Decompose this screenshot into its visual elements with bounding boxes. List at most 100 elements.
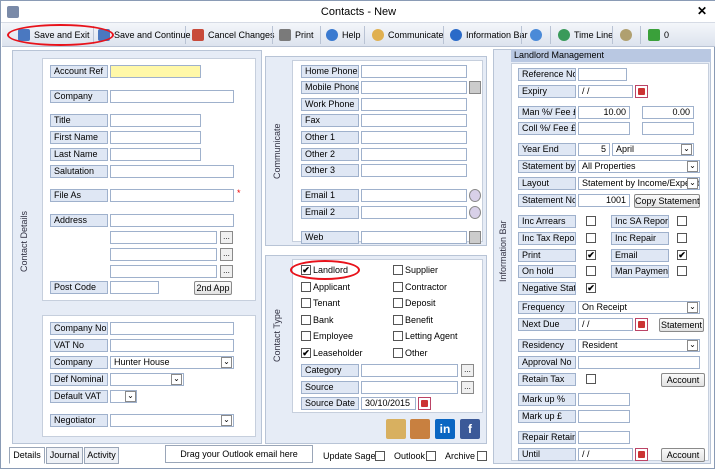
retain-tax-checkbox[interactable] <box>586 374 596 384</box>
chevron-down-icon[interactable]: ⌄ <box>687 340 698 351</box>
help-button[interactable]: Help <box>326 26 361 44</box>
linkedin-icon[interactable]: in <box>435 419 455 439</box>
applicant-checkbox[interactable] <box>301 282 311 292</box>
time-line-button[interactable]: Time Line <box>558 26 613 44</box>
tab-details[interactable]: Details <box>9 447 45 464</box>
inc-tax-report-checkbox[interactable] <box>586 233 596 243</box>
address-lookup-button[interactable]: ... <box>220 231 233 244</box>
source-input[interactable] <box>361 381 458 394</box>
repair-retain-input[interactable] <box>578 431 630 444</box>
bank-checkbox[interactable] <box>301 315 311 325</box>
reference-no-input[interactable] <box>578 68 627 81</box>
chevron-down-icon[interactable]: ⌄ <box>125 391 136 402</box>
communicate-button[interactable]: Communicate <box>372 26 444 44</box>
email-icon[interactable] <box>469 189 481 202</box>
outlook-checkbox[interactable] <box>426 451 436 461</box>
until-input[interactable]: / / <box>578 448 633 461</box>
archive-checkbox[interactable] <box>477 451 487 461</box>
coll-fee-percent-input[interactable] <box>578 122 630 135</box>
sync-button[interactable] <box>530 26 546 44</box>
chevron-down-icon[interactable]: ⌄ <box>681 144 692 155</box>
vat-no-input[interactable] <box>110 339 234 352</box>
letting-agent-checkbox[interactable] <box>393 331 403 341</box>
man-fee-percent-input[interactable]: 10.00 <box>578 106 630 119</box>
title-input[interactable] <box>110 114 201 127</box>
other-3-input[interactable] <box>361 164 467 177</box>
on-hold-checkbox[interactable] <box>586 266 596 276</box>
address-line-2[interactable] <box>110 231 217 244</box>
chevron-down-icon[interactable]: ⌄ <box>687 161 698 172</box>
year-end-day-input[interactable]: 5 <box>578 143 610 156</box>
frequency-select[interactable]: On Receipt <box>578 301 700 314</box>
man-fee-amount-input[interactable]: 0.00 <box>642 106 694 119</box>
source-lookup-button[interactable]: ... <box>461 381 474 394</box>
post-code-input[interactable] <box>110 281 159 294</box>
calendar-icon[interactable] <box>635 318 648 331</box>
last-name-input[interactable] <box>110 148 201 161</box>
salutation-input[interactable] <box>110 165 234 178</box>
information-bar-button[interactable]: Information Bar <box>450 26 528 44</box>
first-name-input[interactable] <box>110 131 201 144</box>
inc-sa-report-checkbox[interactable] <box>677 216 687 226</box>
next-due-input[interactable]: / / <box>578 318 633 331</box>
home-phone-input[interactable] <box>361 65 467 78</box>
address-lookup-button[interactable]: ... <box>220 265 233 278</box>
deposit-checkbox[interactable] <box>393 298 403 308</box>
chevron-down-icon[interactable]: ⌄ <box>221 357 232 368</box>
company-no-input[interactable] <box>110 322 234 335</box>
man-payment-checkbox[interactable] <box>677 266 687 276</box>
calendar-icon[interactable] <box>418 397 431 410</box>
settings-button[interactable] <box>620 26 636 44</box>
contractor-checkbox[interactable] <box>393 282 403 292</box>
expiry-input[interactable]: / / <box>578 85 633 98</box>
supplier-checkbox[interactable] <box>393 265 403 275</box>
mark-up-pound-input[interactable] <box>578 410 630 423</box>
print-checkbox[interactable]: ✔ <box>586 250 596 260</box>
update-sage-checkbox[interactable] <box>375 451 385 461</box>
work-phone-input[interactable] <box>361 98 467 111</box>
inc-repair-checkbox[interactable] <box>677 233 687 243</box>
chevron-down-icon[interactable]: ⌄ <box>171 374 182 385</box>
contacts-card-icon[interactable] <box>386 419 406 439</box>
address-line-1[interactable] <box>110 214 234 227</box>
category-lookup-button[interactable]: ... <box>461 364 474 377</box>
fax-input[interactable] <box>361 114 467 127</box>
layout-select[interactable]: Statement by Income/Expend <box>578 177 700 190</box>
other-1-input[interactable] <box>361 131 467 144</box>
web-input[interactable] <box>361 231 467 244</box>
leaseholder-checkbox[interactable]: ✔ <box>301 348 311 358</box>
print-button[interactable]: Print <box>279 26 314 44</box>
facebook-icon[interactable]: f <box>460 419 480 439</box>
tenant-checkbox[interactable] <box>301 298 311 308</box>
mobile-phone-input[interactable] <box>361 81 467 94</box>
second-app-button[interactable]: 2nd App <box>194 281 232 295</box>
statement-no-input[interactable]: 1001 <box>578 194 630 207</box>
chevron-down-icon[interactable]: ⌄ <box>687 178 698 189</box>
mail-merge-icon[interactable] <box>410 419 430 439</box>
address-line-4[interactable] <box>110 265 217 278</box>
other-2-input[interactable] <box>361 148 467 161</box>
address-lookup-button[interactable]: ... <box>220 248 233 261</box>
negative-stat-checkbox[interactable]: ✔ <box>586 283 596 293</box>
benefit-checkbox[interactable] <box>393 315 403 325</box>
account-ref-input[interactable] <box>110 65 201 78</box>
outlook-drop-zone[interactable]: Drag your Outlook email here <box>165 445 313 463</box>
coll-fee-amount-input[interactable] <box>642 122 694 135</box>
negotiator-select[interactable] <box>110 414 234 427</box>
tasks-button[interactable]: 0 <box>648 26 669 44</box>
email-icon[interactable] <box>469 206 481 219</box>
statement-by-select[interactable]: All Properties <box>578 160 700 173</box>
statement-button[interactable]: Statement <box>659 318 704 332</box>
chevron-down-icon[interactable]: ⌄ <box>221 415 232 426</box>
calendar-icon[interactable] <box>635 85 648 98</box>
chevron-down-icon[interactable]: ⌄ <box>687 302 698 313</box>
email-checkbox[interactable]: ✔ <box>677 250 687 260</box>
mark-up-percent-input[interactable] <box>578 393 630 406</box>
file-as-input[interactable] <box>110 189 234 202</box>
source-date-input[interactable]: 30/10/2015 <box>361 397 416 410</box>
cancel-changes-button[interactable]: Cancel Changes <box>192 26 275 44</box>
company-select[interactable]: Hunter House <box>110 356 234 369</box>
employee-checkbox[interactable] <box>301 331 311 341</box>
company-input[interactable] <box>110 90 234 103</box>
calendar-icon[interactable] <box>635 448 648 461</box>
